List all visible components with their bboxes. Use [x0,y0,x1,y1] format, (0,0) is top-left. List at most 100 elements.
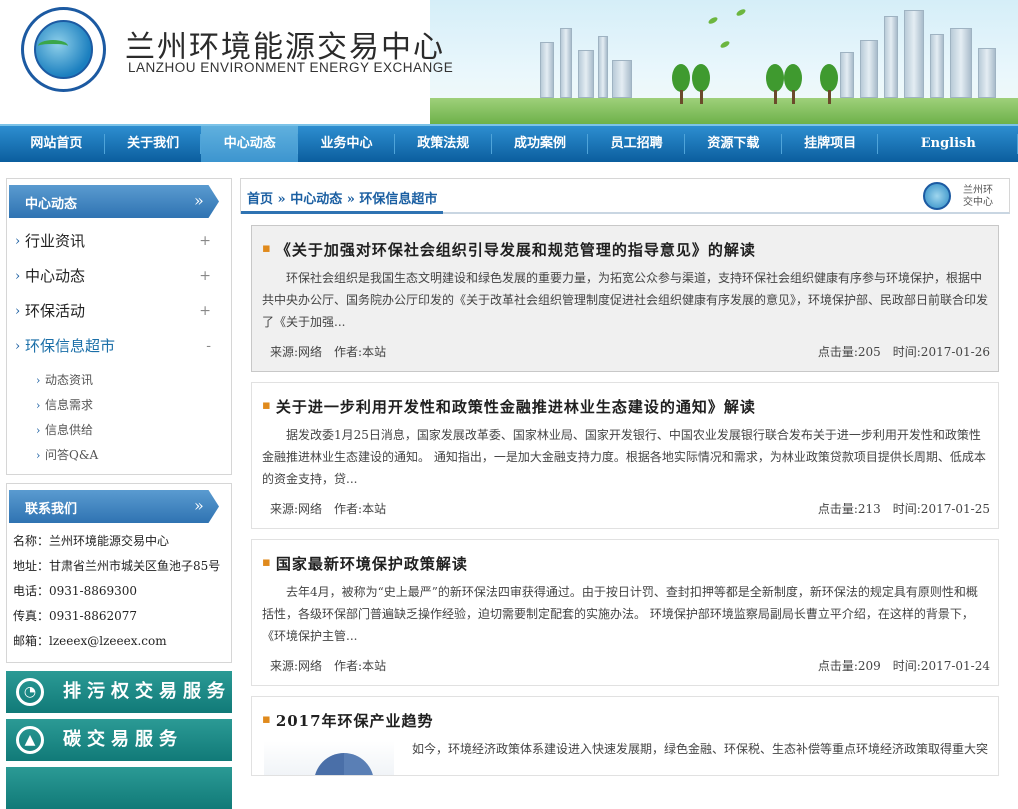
building [598,36,608,98]
sidebar: 中心动态 » › 行业资讯 + › 中心动态 + › 环保活动 + › 环保信息超市 - › 动态… [6,178,232,809]
breadcrumb-home[interactable]: 首页 [247,192,273,207]
mini-logo-text: 兰州环 交中心 [963,185,993,208]
subitem-info-supply[interactable]: › 信息供给 [7,418,231,443]
logo [21,7,106,92]
subitem-info-demand[interactable]: › 信息需求 [7,393,231,418]
leaf-icon: ◔ [16,678,44,706]
contact-phone: 电话：0931-8869300 [13,584,138,598]
article-stats: 点击量:209 时间:2017-01-24 [817,659,990,673]
sidebar-item-news[interactable]: › 中心动态 + [7,259,231,294]
contact-heading-label: 联系我们 [25,502,78,517]
article-summary: 去年4月，被称为“史上最严”的新环保法四审获得通过。由于按日计罚、查封扣押等都是… [262,585,978,643]
breadcrumb-sep: » [277,192,286,207]
article-summary: 环保社会组织是我国生态文明建设和绿色发展的重要力量，为拓宽公众参与渠道，支持环保… [262,271,988,329]
nav-business[interactable]: 业务中心 [298,126,395,162]
category-heading: 中心动态 » [9,185,231,218]
collapse-icon[interactable]: - [206,329,211,364]
article-item: ▪ 关于进一步利用开发性和政策性金融推进林业生态建设的通知》解读 据发改委1月25… [251,382,999,529]
tree [766,64,784,104]
chevron-right-icon: › [36,424,41,437]
article-source: 来源:网络 作者:本站 [270,659,387,673]
building [840,52,854,98]
sidebar-item-activities[interactable]: › 环保活动 + [7,294,231,329]
nav-downloads[interactable]: 资源下载 [685,126,782,162]
nav-projects[interactable]: 挂牌项目 [782,126,879,162]
article-source: 来源:网络 作者:本站 [270,502,387,516]
chevron-right-icon: › [36,449,41,462]
category-menu: › 行业资讯 + › 中心动态 + › 环保活动 + › 环保信息超市 - [7,218,231,368]
tree [820,64,838,104]
article-title[interactable]: ▪ 《关于加强对环保社会组织引导发展和规范管理的指导意见》的解读 [262,239,998,260]
expand-icon[interactable]: + [199,224,211,259]
chevron-right-icon: › [15,339,21,354]
article-source: 来源:网络 作者:本站 [270,345,387,359]
chevron-right-icon: » [194,496,204,515]
article-item: ▪ 《关于加强对环保社会组织引导发展和规范管理的指导意见》的解读 环保社会组织是我… [251,225,999,372]
expand-icon[interactable]: + [199,294,211,329]
subitem-dynamic-news[interactable]: › 动态资讯 [7,368,231,393]
category-box: 中心动态 » › 行业资讯 + › 中心动态 + › 环保活动 + › 环保信息超市 - › 动态… [6,178,232,475]
building [560,28,572,98]
site-subtitle: LANZHOU ENVIRONMENT ENERGY EXCHANGE [128,60,454,75]
building [612,60,632,98]
building [930,34,944,98]
sidebar-item-industry[interactable]: › 行业资讯 + [7,224,231,259]
nav-english[interactable]: English [878,126,1018,162]
contact-address: 地址：甘肃省兰州市城关区鱼池子85号 [13,559,221,573]
building [540,42,554,98]
contact-box: 联系我们 » 名称：兰州环境能源交易中心 地址：甘肃省兰州市城关区鱼池子85号 … [6,483,232,663]
article-stats: 点击量:205 时间:2017-01-26 [817,345,990,359]
expand-icon[interactable]: + [199,259,211,294]
chevron-right-icon: › [15,234,21,249]
factory-icon: ▲ [16,726,44,754]
site-header: 兰州环境能源交易中心 LANZHOU ENVIRONMENT ENERGY EX… [0,0,1018,124]
tree [672,64,690,104]
article-item: ▪ 国家最新环境保护政策解读 去年4月，被称为“史上最严”的新环保法四审获得通过。… [251,539,999,686]
chevron-right-icon: › [15,304,21,319]
breadcrumb: 首页 » 中心动态 » 环保信息超市 兰州环 交中心 [240,178,1010,214]
contact-info: 名称：兰州环境能源交易中心 地址：甘肃省兰州市城关区鱼池子85号 电话：0931… [7,523,231,662]
category-heading-label: 中心动态 [25,197,78,212]
article-item: ▪ 2017年环保产业趋势 如今，环境经济政策体系建设进入快速发展期，绿色金融、环… [251,696,999,776]
main-nav: 网站首页 关于我们 中心动态 业务中心 政策法规 成功案例 员工招聘 资源下载 … [0,124,1018,162]
breadcrumb-news[interactable]: 中心动态 [290,192,342,207]
building [978,48,996,98]
building [860,40,878,98]
subitem-qa[interactable]: › 问答Q&A [7,443,231,468]
sidebar-item-info-market[interactable]: › 环保信息超市 - [7,329,231,364]
building [578,50,594,98]
breadcrumb-current: 环保信息超市 [359,192,438,207]
article-title[interactable]: ▪ 国家最新环境保护政策解读 [262,553,998,574]
grass [430,98,1018,124]
article-summary: 如今，环境经济政策体系建设进入快速发展期，绿色金融、环保税、生态补偿等重点环境经… [412,742,988,756]
contact-email: 邮箱：lzeeex@lzeeex.com [13,634,167,648]
chevron-right-icon: › [15,269,21,284]
article-stats: 点击量:213 时间:2017-01-25 [817,502,990,516]
building [884,16,898,98]
nav-jobs[interactable]: 员工招聘 [588,126,685,162]
contact-name: 名称：兰州环境能源交易中心 [13,534,170,548]
service-banner[interactable] [6,767,232,809]
emission-trading-banner[interactable]: ◔ 排污权交易服务 [6,671,232,713]
nav-news[interactable]: 中心动态 [201,126,299,162]
nav-cases[interactable]: 成功案例 [492,126,589,162]
building [904,10,924,98]
building [950,28,972,98]
nav-policy[interactable]: 政策法规 [395,126,492,162]
contact-heading: 联系我们 » [9,490,231,523]
article-title[interactable]: ▪ 2017年环保产业趋势 [262,710,998,731]
sub-menu: › 动态资讯 › 信息需求 › 信息供给 › 问答Q&A [7,368,231,474]
nav-about[interactable]: 关于我们 [105,126,202,162]
tree [784,64,802,104]
tree [692,64,710,104]
chevron-right-icon: › [36,399,41,412]
main-content: 首页 » 中心动态 » 环保信息超市 兰州环 交中心 ▪ 《关于加强对环保社会组织… [240,178,1010,776]
chevron-right-icon: » [194,191,204,210]
mini-logo [923,182,951,210]
article-thumbnail[interactable] [264,741,394,775]
chevron-right-icon: › [36,374,41,387]
article-title[interactable]: ▪ 关于进一步利用开发性和政策性金融推进林业生态建设的通知》解读 [262,396,998,417]
nav-home[interactable]: 网站首页 [8,126,105,162]
article-summary: 据发改委1月25日消息，国家发展改革委、国家林业局、国家开发银行、中国农业发展银… [262,428,986,486]
carbon-trading-banner[interactable]: ▲ 碳交易服务 [6,719,232,761]
